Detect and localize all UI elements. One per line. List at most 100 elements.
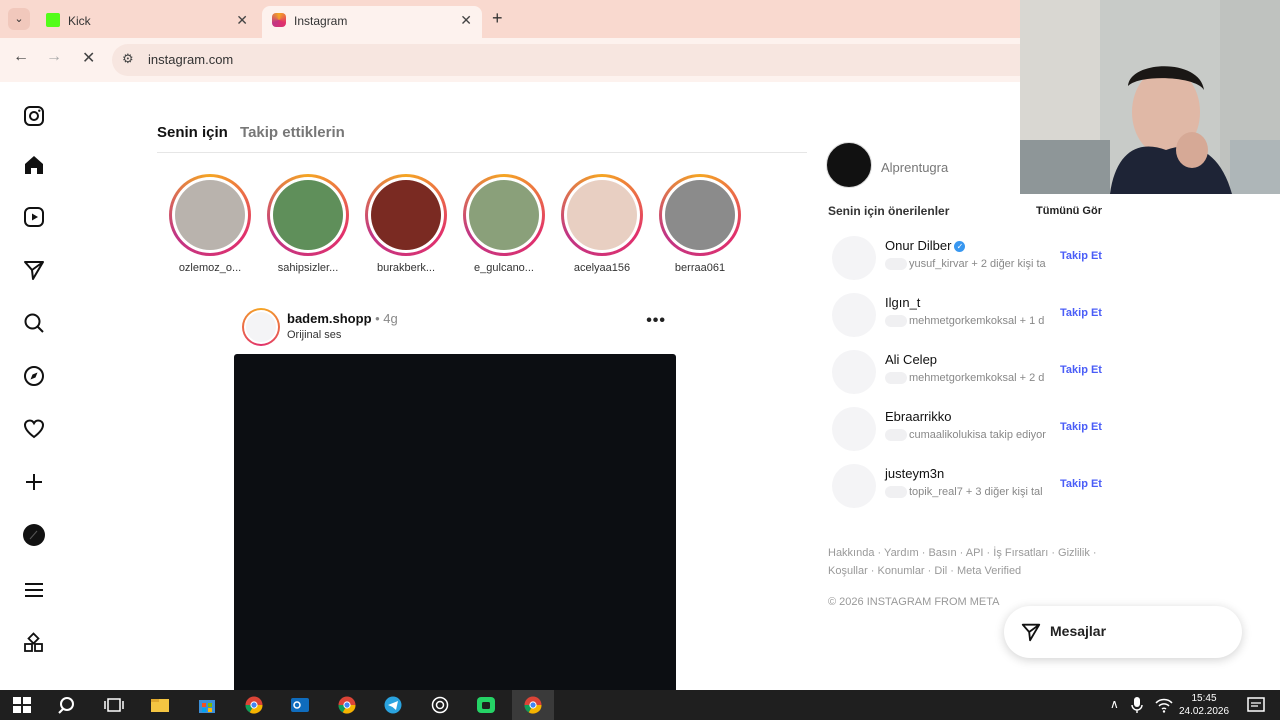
microsoft-store-icon[interactable] xyxy=(197,696,217,714)
post-username[interactable]: badem.shopp xyxy=(287,311,372,326)
mutual-avatars xyxy=(885,258,907,271)
taskbar-search-icon[interactable] xyxy=(58,696,78,714)
story-username: e_gulcano... xyxy=(474,262,534,274)
instagram-logo-icon[interactable] xyxy=(22,104,46,128)
post-time: • 4g xyxy=(371,311,398,326)
suggestion-item: Ebraarrikko cumaalikolukisa takip ediyor… xyxy=(828,405,1106,453)
back-arrow-icon[interactable]: ← xyxy=(13,48,29,66)
follow-button[interactable]: Takip Et xyxy=(1060,364,1102,376)
suggestion-avatar[interactable] xyxy=(832,350,876,394)
tray-clock[interactable]: 15:45 24.02.2026 xyxy=(1168,692,1240,718)
kick-favicon-icon xyxy=(46,13,60,27)
story-ring xyxy=(169,174,251,256)
tab-instagram[interactable]: Instagram ✕ xyxy=(262,6,482,38)
also-from-meta-grid-icon[interactable] xyxy=(22,632,46,656)
post-author-avatar[interactable] xyxy=(242,308,280,346)
story-item[interactable]: sahipsizler... xyxy=(263,174,353,274)
post-author: badem.shopp • 4g xyxy=(287,311,398,326)
story-item[interactable]: acelyaa156 xyxy=(557,174,647,274)
microphone-icon[interactable] xyxy=(1130,696,1144,714)
profile-avatar[interactable] xyxy=(22,523,46,547)
forward-arrow-icon[interactable]: → xyxy=(46,48,62,66)
chrome-active-icon[interactable] xyxy=(523,696,543,714)
url-text[interactable]: instagram.com xyxy=(148,52,233,67)
story-item[interactable]: burakberk... xyxy=(361,174,451,274)
story-ring xyxy=(463,174,545,256)
messages-button[interactable]: Mesajlar xyxy=(1004,606,1242,658)
file-explorer-icon[interactable] xyxy=(150,696,170,714)
close-tab-icon[interactable]: ✕ xyxy=(460,12,472,29)
instagram-favicon-icon xyxy=(272,13,286,27)
account-avatar[interactable] xyxy=(826,142,872,188)
suggestions-title: Senin için önerilenler xyxy=(828,204,950,218)
suggestion-name[interactable]: Onur Dilber xyxy=(885,238,951,253)
suggestion-subtitle-row: mehmetgorkemkoksal + 2 d xyxy=(885,372,1050,385)
suggestion-name[interactable]: Ilgın_t xyxy=(885,295,920,310)
suggestion-avatar[interactable] xyxy=(832,293,876,337)
tab-for-you[interactable]: Senin için xyxy=(157,124,228,141)
webcam-person-image xyxy=(1020,0,1280,194)
follow-button[interactable]: Takip Et xyxy=(1060,421,1102,433)
new-tab-plus-icon[interactable]: + xyxy=(492,8,503,29)
telegram-icon[interactable] xyxy=(383,696,403,714)
suggestion-avatar[interactable] xyxy=(832,464,876,508)
see-all-link[interactable]: Tümünü Gör xyxy=(1036,205,1102,217)
story-item[interactable]: e_gulcano... xyxy=(459,174,549,274)
footer-links-line[interactable]: Koşullar · Konumlar · Dil · Meta Verifie… xyxy=(828,562,1098,580)
suggestion-name[interactable]: justeym3n xyxy=(885,466,944,481)
suggestion-subtitle: yusuf_kirvar + 2 diğer kişi ta xyxy=(909,258,1046,270)
chatgpt-icon[interactable] xyxy=(430,696,450,714)
suggestion-item: Onur Dilber ✓ yusuf_kirvar + 2 diğer kişi… xyxy=(828,234,1106,282)
create-plus-icon[interactable] xyxy=(22,470,46,494)
whatsapp-icon[interactable] xyxy=(476,696,496,714)
suggestion-name[interactable]: Ali Celep xyxy=(885,352,937,367)
explore-compass-icon[interactable] xyxy=(22,364,46,388)
notifications-icon[interactable] xyxy=(1246,696,1266,714)
search-icon[interactable] xyxy=(22,311,46,335)
story-avatar xyxy=(371,180,441,250)
close-tab-icon[interactable]: ✕ xyxy=(236,12,248,29)
chrome-icon[interactable] xyxy=(244,696,264,714)
follow-button[interactable]: Takip Et xyxy=(1060,307,1102,319)
story-item[interactable]: ozlemoz_o... xyxy=(165,174,255,274)
story-username: ozlemoz_o... xyxy=(178,262,242,274)
story-ring xyxy=(659,174,741,256)
direct-messages-icon[interactable] xyxy=(22,258,46,282)
stop-loading-icon[interactable]: ✕ xyxy=(82,48,95,68)
suggestion-subtitle-row: yusuf_kirvar + 2 diğer kişi ta xyxy=(885,258,1050,271)
tab-list-chevron-icon[interactable]: ⌄ xyxy=(8,8,30,30)
site-settings-icon[interactable]: ⚙ xyxy=(122,51,134,67)
follow-button[interactable]: Takip Et xyxy=(1060,478,1102,490)
tab-following[interactable]: Takip ettiklerin xyxy=(240,124,345,141)
suggestion-avatar[interactable] xyxy=(832,407,876,451)
suggestion-avatar[interactable] xyxy=(832,236,876,280)
task-view-icon[interactable] xyxy=(104,696,124,714)
tray-time: 15:45 xyxy=(1191,693,1217,704)
tab-kick[interactable]: Kick ✕ xyxy=(36,6,258,38)
windows-start-icon[interactable] xyxy=(12,696,32,714)
home-icon[interactable] xyxy=(22,153,46,177)
tray-chevron-up-icon[interactable]: ∧ xyxy=(1110,697,1119,711)
mutual-avatars xyxy=(885,372,907,385)
more-menu-icon[interactable] xyxy=(22,578,46,602)
suggestion-name[interactable]: Ebraarrikko xyxy=(885,409,951,424)
reels-icon[interactable] xyxy=(22,205,46,229)
post-more-options-icon[interactable]: ••• xyxy=(646,312,666,330)
post-media[interactable] xyxy=(234,354,676,690)
story-item[interactable]: berraa061 xyxy=(655,174,745,274)
outlook-icon[interactable] xyxy=(290,696,310,714)
account-display-name: Alprentugra xyxy=(881,160,949,175)
mutual-avatars xyxy=(885,315,907,328)
post-audio-label[interactable]: Orijinal ses xyxy=(287,329,341,341)
follow-button[interactable]: Takip Et xyxy=(1060,250,1102,262)
messages-label: Mesajlar xyxy=(1050,623,1107,639)
footer-links-line[interactable]: Hakkında · Yardım · Basın · API · İş Fır… xyxy=(828,544,1098,562)
suggestion-subtitle: topik_real7 + 3 diğer kişi tal xyxy=(909,486,1043,498)
chrome-icon[interactable] xyxy=(337,696,357,714)
post-header: badem.shopp • 4g Orijinal ses ••• xyxy=(242,306,672,346)
story-avatar xyxy=(273,180,343,250)
suggestion-item: justeym3n topik_real7 + 3 diğer kişi tal… xyxy=(828,462,1106,510)
story-avatar xyxy=(175,180,245,250)
story-ring xyxy=(365,174,447,256)
notifications-heart-icon[interactable] xyxy=(22,417,46,441)
